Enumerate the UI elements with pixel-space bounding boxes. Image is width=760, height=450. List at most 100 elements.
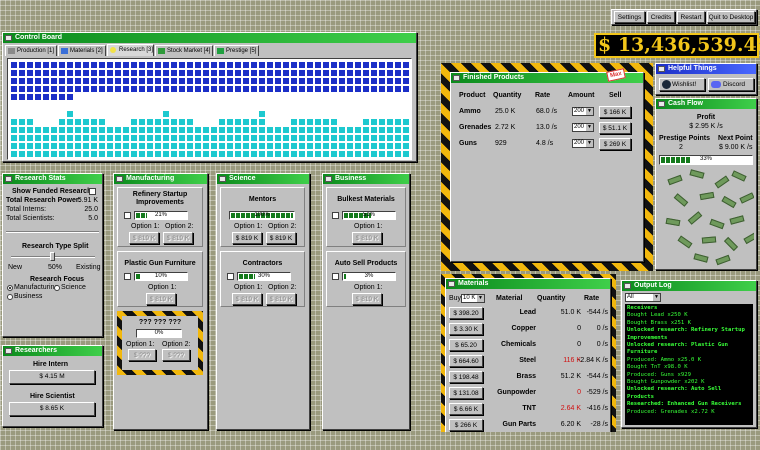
option-1-button[interactable]: $ 819 K: [129, 232, 159, 244]
sell-amount-select[interactable]: 200 ▼: [572, 139, 594, 148]
log-line: Bought Lead x250 K: [627, 312, 688, 319]
research-cell-available: [291, 151, 297, 157]
research-cell-funded: [187, 62, 193, 68]
tab-stock-market[interactable]: Stock Market [4]: [155, 45, 213, 56]
restart-button[interactable]: Restart: [677, 11, 705, 23]
research-cell-funded: [91, 70, 97, 76]
research-cell-available: [331, 127, 337, 133]
tab-materials[interactable]: Materials [2]: [58, 45, 106, 56]
option-2-button[interactable]: $ 819 K: [266, 232, 296, 244]
focus-radio-manufacturing[interactable]: [7, 285, 13, 291]
option-1-button[interactable]: $ 819 K: [352, 232, 382, 244]
focus-radio-science[interactable]: [54, 285, 60, 291]
research-cell-available: [155, 143, 161, 149]
settings-button[interactable]: Settings: [614, 11, 645, 23]
research-cell-funded: [379, 62, 385, 68]
option-2-button[interactable]: $ 819 K: [266, 293, 296, 305]
window-icon: [219, 176, 226, 182]
tab-production[interactable]: Production [1]: [5, 45, 57, 56]
option-1-button[interactable]: $ 819 K: [232, 232, 262, 244]
research-cell-available: [259, 151, 265, 157]
research-cell-funded: [43, 62, 49, 68]
research-cell-available: [363, 119, 369, 125]
research-cell-available: [243, 151, 249, 157]
quit-button[interactable]: Quit to Desktop: [707, 11, 755, 23]
research-cell-funded: [27, 62, 33, 68]
research-cell-funded: [107, 70, 113, 76]
credits-button[interactable]: Credits: [647, 11, 675, 23]
research-fund-checkbox[interactable]: [124, 212, 131, 219]
research-cell-available: [219, 119, 225, 125]
research-cell-funded: [227, 70, 233, 76]
sell-button[interactable]: $ 269 K: [599, 138, 631, 150]
research-cell-available: [107, 151, 113, 157]
research-cell-available: [307, 151, 313, 157]
research-cell-funded: [195, 70, 201, 76]
material-name: Lead: [519, 309, 536, 316]
research-cell-funded: [27, 94, 33, 100]
research-cell-funded: [11, 62, 17, 68]
sell-amount-select[interactable]: 200 ▼: [572, 123, 594, 132]
money-pile-image: [660, 167, 754, 267]
buy-material-button[interactable]: $ 664.60: [449, 355, 483, 367]
research-progress-bar: 21%: [134, 211, 188, 220]
hire-scientist-button[interactable]: $ 8.65 K: [9, 402, 95, 416]
research-fund-checkbox[interactable]: [332, 212, 339, 219]
buy-material-button[interactable]: $ 6.66 K: [449, 403, 483, 415]
hire-intern-button[interactable]: $ 4.15 M: [9, 370, 95, 384]
research-fund-checkbox[interactable]: [124, 273, 131, 280]
research-cell-available: [123, 151, 129, 157]
research-cell-funded: [59, 78, 65, 84]
option-1-button[interactable]: $ 819 K: [232, 293, 262, 305]
research-cell-funded: [299, 62, 305, 68]
total-interns-value: 25.0: [84, 206, 98, 213]
focus-radio-business[interactable]: [7, 294, 13, 300]
research-card: Refinery Startup Improvements 21% Option…: [117, 187, 203, 247]
research-cell-funded: [275, 86, 281, 92]
research-cell-funded: [291, 62, 297, 68]
research-name: Mentors: [248, 196, 277, 203]
buy-material-button[interactable]: $ 398.20: [449, 307, 483, 319]
research-cell-funded: [115, 62, 121, 68]
buy-material-button[interactable]: $ 198.48: [449, 371, 483, 383]
buy-material-button[interactable]: $ 266 K: [449, 419, 483, 431]
option-2-button[interactable]: $ ???: [162, 349, 190, 361]
sell-amount-select[interactable]: 200 ▼: [572, 107, 594, 116]
research-cell-available: [395, 143, 401, 149]
show-funded-checkbox[interactable]: [89, 188, 96, 195]
sell-button[interactable]: $ 166 K: [599, 106, 631, 118]
discord-button[interactable]: Discord: [708, 78, 754, 91]
option-1-button[interactable]: $ 819 K: [146, 293, 176, 305]
research-cell-funded: [243, 86, 249, 92]
buy-material-button[interactable]: $ 3.30 K: [449, 323, 483, 335]
research-cell-funded: [219, 62, 225, 68]
research-cell-funded: [131, 78, 137, 84]
research-fund-checkbox[interactable]: [227, 273, 234, 280]
research-cell-funded: [211, 62, 217, 68]
research-fund-checkbox[interactable]: [332, 273, 339, 280]
research-cell-available: [379, 143, 385, 149]
research-cell-available: [251, 135, 257, 141]
buy-amount-select[interactable]: 10 K ▼: [461, 294, 485, 303]
research-cell-available: [75, 119, 81, 125]
research-cell-available: [195, 135, 201, 141]
tab-prestige[interactable]: Prestige [5]: [214, 45, 259, 56]
split-slider-thumb[interactable]: [50, 252, 55, 261]
research-cell-funded: [163, 86, 169, 92]
research-cell-available: [211, 151, 217, 157]
sell-button[interactable]: $ 51.1 K: [599, 122, 631, 134]
research-cell-available: [27, 135, 33, 141]
option-1-button[interactable]: $ ???: [128, 349, 156, 361]
research-cell-available: [115, 143, 121, 149]
cash-flow-titlebar: Cash Flow: [656, 99, 756, 109]
option-1-button[interactable]: $ 819 K: [352, 293, 382, 305]
option-2-button[interactable]: $ 819 K: [163, 232, 193, 244]
log-filter-select[interactable]: All ▼: [625, 293, 661, 302]
tab-research[interactable]: Research [3]: [107, 44, 154, 56]
wishlist-button[interactable]: Wishlist!: [659, 78, 705, 91]
research-cell-funded: [243, 70, 249, 76]
buy-material-button[interactable]: $ 131.08: [449, 387, 483, 399]
buy-material-button[interactable]: $ 65.20: [449, 339, 483, 351]
research-cell-funded: [59, 70, 65, 76]
research-cell-funded: [307, 78, 313, 84]
